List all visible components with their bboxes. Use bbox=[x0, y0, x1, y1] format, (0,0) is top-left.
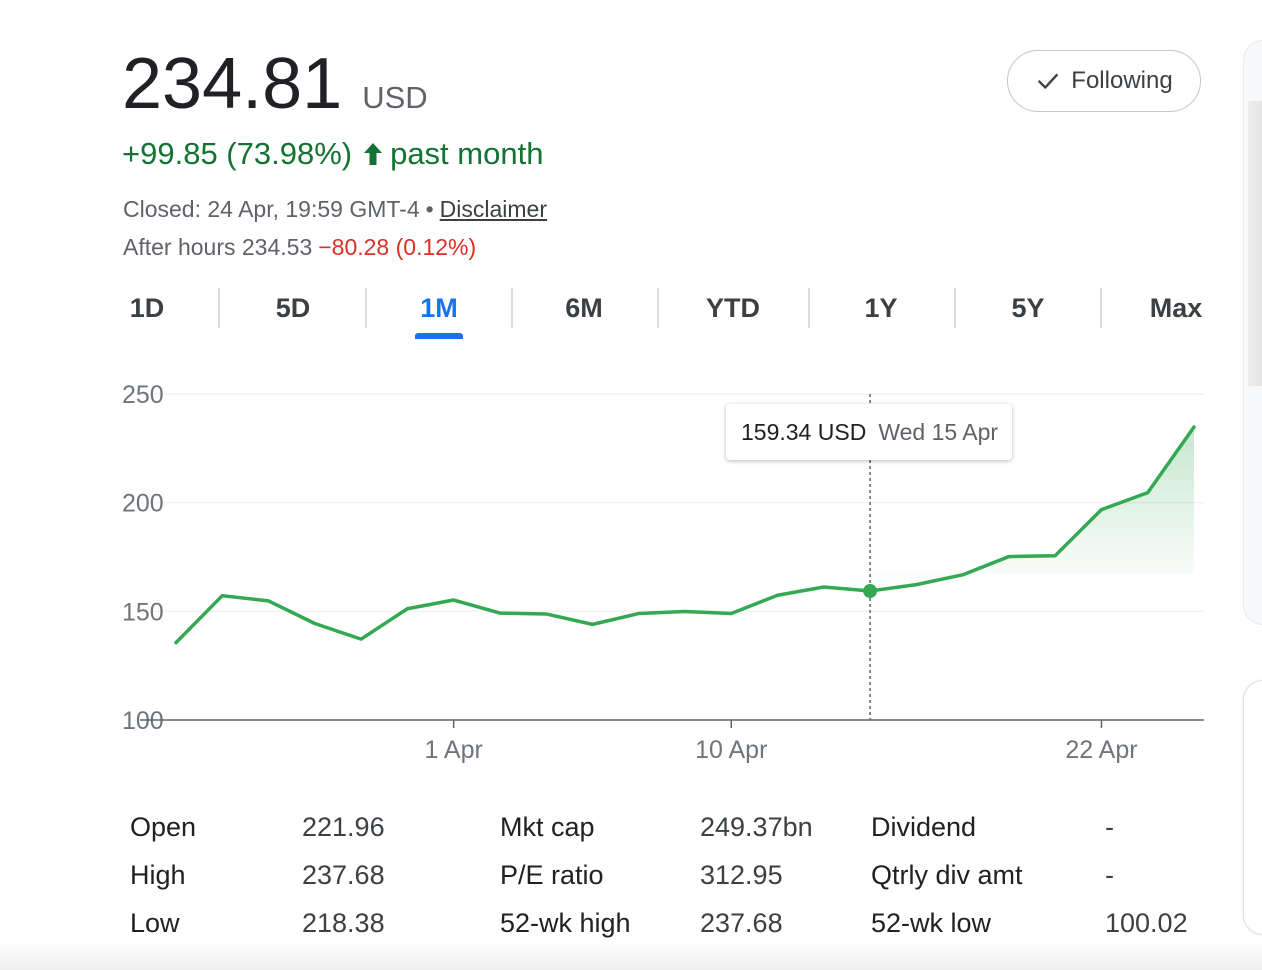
following-button[interactable]: Following bbox=[1007, 50, 1201, 112]
x-tick-label: 22 Apr bbox=[1065, 736, 1137, 764]
tab-divider bbox=[511, 288, 513, 328]
stat-label-low: Low bbox=[130, 908, 180, 938]
stat-label-dividend: Dividend bbox=[871, 812, 977, 842]
stat-label-qtrly-div: Qtrly div amt bbox=[871, 860, 1023, 890]
tab-5d[interactable]: 5D bbox=[268, 286, 318, 330]
stat-value-dividend: - bbox=[1105, 812, 1114, 842]
stat-label-open: Open bbox=[130, 812, 197, 842]
tab-ytd[interactable]: YTD bbox=[700, 286, 766, 330]
stat-value-qtrly-div: - bbox=[1105, 860, 1114, 890]
stat-label-mkt-cap: Mkt cap bbox=[500, 812, 595, 842]
stat-value-52wk-low: 100.02 bbox=[1105, 908, 1188, 938]
hover-point bbox=[863, 584, 878, 599]
price-chart[interactable]: 100 150 200 250 1 Apr 10 Apr 22 Apr bbox=[0, 360, 1262, 780]
side-card-bottom[interactable] bbox=[1243, 680, 1262, 935]
tab-5y[interactable]: 5Y bbox=[1004, 286, 1052, 330]
price-currency: USD bbox=[362, 80, 428, 115]
y-tick-label: 200 bbox=[122, 490, 164, 518]
following-label: Following bbox=[1071, 67, 1173, 94]
stat-label-52wk-high: 52-wk high bbox=[500, 908, 631, 938]
price-change: +99.85 (73.98%) bbox=[122, 136, 353, 171]
tab-divider bbox=[954, 288, 956, 328]
current-price: 234.81 bbox=[122, 44, 343, 124]
y-tick-label: 150 bbox=[122, 598, 164, 626]
checkmark-icon bbox=[1038, 73, 1059, 89]
tab-1y[interactable]: 1Y bbox=[858, 286, 904, 330]
tab-divider bbox=[1100, 288, 1102, 328]
active-tab-indicator bbox=[415, 333, 463, 339]
tooltip-price: 159.34 USD bbox=[741, 418, 867, 445]
y-tick-label: 250 bbox=[122, 381, 164, 409]
change-period: past month bbox=[390, 136, 544, 171]
stat-value-low: 218.38 bbox=[302, 908, 385, 938]
price-line bbox=[174, 425, 1196, 645]
closed-time: Closed: 24 Apr, 19:59 GMT-4 bbox=[123, 196, 420, 222]
stat-value-open: 221.96 bbox=[302, 812, 385, 842]
tooltip-date: Wed 15 Apr bbox=[878, 418, 999, 445]
stat-value-52wk-high: 237.68 bbox=[700, 908, 783, 938]
stat-value-pe-ratio: 312.95 bbox=[700, 860, 783, 890]
y-tick-label: 100 bbox=[122, 707, 164, 735]
arrow-up-icon bbox=[362, 141, 384, 167]
tab-divider bbox=[657, 288, 659, 328]
after-hours-price: After hours 234.53 bbox=[123, 234, 313, 260]
stat-label-pe-ratio: P/E ratio bbox=[500, 860, 604, 890]
x-tick-label: 10 Apr bbox=[695, 736, 767, 764]
after-hours-change: −80.28 (0.12%) bbox=[318, 234, 477, 260]
price-change-row: +99.85 (73.98%) past month bbox=[122, 136, 543, 172]
stat-value-mkt-cap: 249.37bn bbox=[700, 812, 813, 842]
side-card-image bbox=[1248, 101, 1262, 386]
tab-1m[interactable]: 1M bbox=[413, 286, 465, 330]
stats-table: Open 221.96 High 237.68 Low 218.38 Mkt c… bbox=[0, 806, 1262, 946]
page-bottom-shadow bbox=[0, 940, 1262, 970]
disclaimer-link[interactable]: Disclaimer bbox=[440, 196, 547, 222]
tab-max[interactable]: Max bbox=[1146, 286, 1206, 330]
stock-quote-panel: 234.81 USD Following +99.85 (73.98%) pas… bbox=[0, 0, 1262, 970]
time-range-tabs: 1D 5D 1M 6M YTD 1Y 5Y Max bbox=[122, 286, 1204, 342]
separator-dot: • bbox=[425, 196, 434, 222]
chart-tooltip: 159.34 USD Wed 15 Apr bbox=[726, 404, 1012, 460]
price-chart-svg[interactable]: 100 150 200 250 1 Apr 10 Apr 22 Apr bbox=[0, 360, 1262, 780]
tab-divider bbox=[365, 288, 367, 328]
tab-6m[interactable]: 6M bbox=[558, 286, 610, 330]
side-card-top[interactable] bbox=[1243, 40, 1262, 625]
x-tick-label: 1 Apr bbox=[424, 736, 482, 764]
tab-divider bbox=[218, 288, 220, 328]
stat-value-high: 237.68 bbox=[302, 860, 385, 890]
after-hours-row: After hours 234.53 −80.28 (0.12%) bbox=[123, 234, 476, 261]
stat-label-high: High bbox=[130, 860, 186, 890]
market-status-row: Closed: 24 Apr, 19:59 GMT-4 • Disclaimer bbox=[123, 196, 547, 223]
tab-divider bbox=[808, 288, 810, 328]
tab-1d[interactable]: 1D bbox=[122, 286, 172, 330]
price-row: 234.81 USD bbox=[122, 42, 428, 126]
stat-label-52wk-low: 52-wk low bbox=[871, 908, 992, 938]
